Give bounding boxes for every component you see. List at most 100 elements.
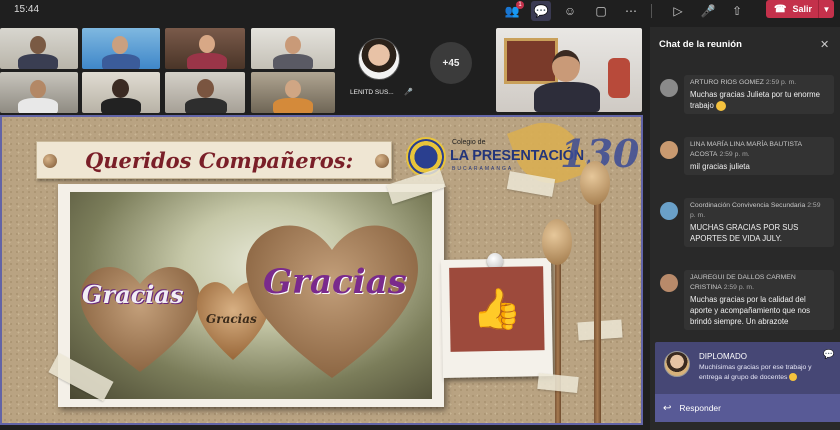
- message-text: MUCHAS GRACIAS POR SUS APORTES DE VIDA J…: [690, 223, 799, 243]
- heart-word: Gracias: [263, 262, 407, 302]
- shared-content-slide: Queridos Compañeros: Colegio de LA PRESE…: [0, 115, 643, 425]
- leave-button[interactable]: ☎ Salir ▼: [766, 0, 834, 18]
- participant-video[interactable]: [82, 28, 160, 69]
- reply-label: Responder: [679, 403, 721, 413]
- wall-painting: [504, 38, 558, 84]
- message-text: Muchas gracias por la calidad del aporte…: [690, 295, 811, 326]
- avatar: [664, 351, 690, 377]
- school-city: BUCARAMANGA: [452, 166, 514, 172]
- meeting-toolbar: 15:44 👥 1 💬 ☺ ▢ ⋯ ▷ 🎤 ⇧ ☎ Salir ▼: [0, 0, 840, 22]
- participant-video[interactable]: [251, 72, 335, 113]
- chat-message[interactable]: JAUREGUI DE DALLOS CARMEN CRISTINA 2:59 p…: [660, 270, 834, 350]
- participant-face: [197, 79, 214, 98]
- chat-bubble-icon: 💬: [823, 349, 835, 359]
- microphone-icon[interactable]: 🎤: [698, 1, 718, 21]
- participant-face: [552, 50, 580, 82]
- reactions-icon[interactable]: ☺: [560, 1, 580, 21]
- message-time: 2:59 p. m.: [719, 151, 750, 158]
- slide-banner: Queridos Compañeros:: [36, 141, 392, 179]
- notification-sender: DIPLOMADO: [699, 352, 748, 361]
- avatar: [660, 274, 678, 292]
- participant-face: [112, 36, 128, 54]
- rooms-icon[interactable]: ▢: [591, 1, 611, 21]
- avatar: [660, 79, 678, 97]
- seed-pod-decoration: [580, 161, 610, 205]
- photo-frame: Gracias Gracias Gracias: [48, 167, 446, 407]
- avatar: [660, 202, 678, 220]
- branch-decoration: [555, 247, 561, 423]
- toolbar-divider: [651, 4, 652, 18]
- emoji-icon: [789, 373, 798, 382]
- people-count-badge: 1: [516, 1, 524, 9]
- participant-body: [18, 54, 58, 69]
- participant-video[interactable]: [0, 72, 78, 113]
- camera-icon[interactable]: ▷: [668, 1, 688, 21]
- slide-title: Queridos Compañeros:: [85, 147, 354, 173]
- participant-face: [30, 36, 46, 54]
- avatar: [660, 141, 678, 159]
- meeting-clock: 15:44: [14, 4, 40, 15]
- phone-icon: ☎: [774, 3, 787, 15]
- message-bubble: JAUREGUI DE DALLOS CARMEN CRISTINA 2:59 p…: [684, 270, 834, 330]
- participant-body: [534, 82, 600, 112]
- thumbs-up-icon: 👍: [471, 287, 523, 332]
- participant-video[interactable]: [251, 28, 335, 69]
- avatar: [358, 38, 400, 80]
- chat-notification-toast[interactable]: DIPLOMADO 💬 Muchísimas gracias por ese t…: [655, 342, 840, 422]
- participant-face: [112, 79, 129, 98]
- participant-video-large[interactable]: [496, 28, 642, 112]
- heart-word: Gracias: [82, 280, 184, 309]
- participant-avatar-tile[interactable]: LENITD SUS... 🎤: [344, 30, 416, 106]
- participant-body: [273, 54, 313, 69]
- sender-name: Coordinación Convivencia Secundaria: [690, 202, 806, 209]
- participant-body: [102, 54, 140, 69]
- participant-video[interactable]: [165, 72, 245, 113]
- close-icon[interactable]: ✕: [820, 38, 829, 51]
- message-time: 2:59 p. m.: [765, 79, 797, 86]
- message-bubble: LINA MARÍA LINA MARÍA BAUTISTA ACOSTA 2:5…: [684, 137, 834, 175]
- participant-body: [273, 98, 313, 113]
- branch-decoration: [594, 177, 601, 423]
- pushpin: [43, 154, 57, 168]
- participant-body: [18, 98, 58, 113]
- wooden-heart: [76, 262, 204, 372]
- participant-video[interactable]: [165, 28, 245, 69]
- seed-pod-decoration: [542, 219, 572, 265]
- chat-message[interactable]: Coordinación Convivencia Secundaria 2:59 …: [660, 198, 834, 258]
- chat-message[interactable]: ARTURO RIOS GOMEZ 2:59 p. m. Muchas graci…: [660, 75, 834, 119]
- participant-body: [101, 98, 141, 113]
- participant-body: [185, 98, 227, 113]
- tape-strip: [537, 372, 579, 394]
- share-screen-icon[interactable]: ⇧: [727, 1, 747, 21]
- message-bubble: ARTURO RIOS GOMEZ 2:59 p. m. Muchas graci…: [684, 75, 834, 114]
- participant-video[interactable]: [82, 72, 160, 113]
- participant-body: [187, 53, 227, 69]
- doll-decoration: [608, 58, 630, 98]
- mic-muted-icon: 🎤: [404, 89, 413, 96]
- leave-label: Salir: [792, 4, 812, 14]
- participant-face: [30, 80, 46, 98]
- participant-face: [199, 35, 215, 53]
- more-participants-button[interactable]: +45: [430, 42, 472, 84]
- more-actions-icon[interactable]: ⋯: [621, 1, 641, 21]
- chat-title: Chat de la reunión: [659, 39, 742, 50]
- reply-arrow-icon: ↩: [663, 402, 672, 414]
- hearts-photo: Gracias Gracias Gracias: [70, 192, 432, 399]
- heart-word: Gracias: [206, 312, 257, 326]
- smile-emoji-icon: [716, 100, 727, 111]
- participant-face: [285, 36, 301, 54]
- polaroid-image: 👍: [449, 266, 545, 352]
- sender-name: ARTURO RIOS GOMEZ: [690, 79, 764, 86]
- chat-message[interactable]: LINA MARÍA LINA MARÍA BAUTISTA ACOSTA 2:5…: [660, 137, 834, 185]
- participant-video[interactable]: [0, 28, 78, 69]
- message-bubble: Coordinación Convivencia Secundaria 2:59 …: [684, 198, 834, 247]
- message-text: mil gracias julieta: [690, 162, 750, 171]
- chat-icon[interactable]: 💬: [531, 1, 551, 21]
- reply-button[interactable]: ↩ Responder: [655, 394, 840, 422]
- pushpin: [375, 154, 389, 168]
- chevron-down-icon[interactable]: ▼: [818, 0, 834, 18]
- school-label-small: Colegio de: [452, 139, 486, 146]
- message-text: Muchas gracias Julieta por tu enorme tra…: [690, 90, 821, 110]
- participant-face: [285, 80, 301, 98]
- message-time: 2:59 p. m.: [723, 284, 754, 291]
